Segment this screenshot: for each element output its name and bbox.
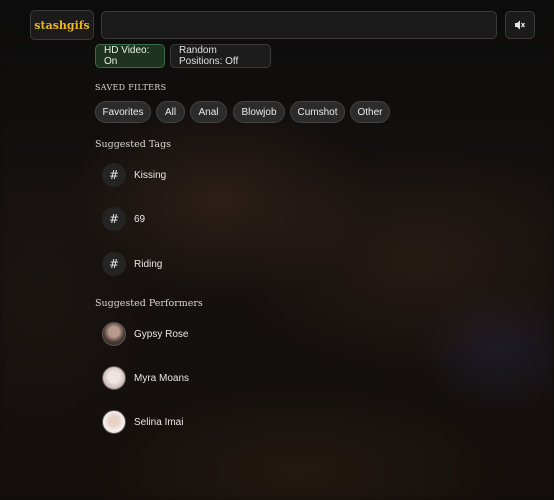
hash-icon: # (102, 252, 126, 276)
filter-chip-blowjob[interactable]: Blowjob (233, 101, 285, 123)
performer-item-selina-imai[interactable]: Selina Imai (102, 410, 183, 434)
filter-chip-favorites[interactable]: Favorites (95, 101, 151, 123)
suggested-tags-heading: Suggested Tags (95, 139, 172, 150)
performer-item-myra-moans[interactable]: Myra Moans (102, 366, 189, 390)
performer-label: Myra Moans (134, 372, 190, 384)
blurred-background (0, 0, 554, 500)
performer-avatar (102, 322, 126, 346)
hash-icon: # (102, 207, 126, 231)
tag-label: 69 (134, 213, 146, 225)
tag-label: Kissing (134, 169, 167, 181)
search-input[interactable] (101, 11, 497, 39)
performer-label: Selina Imai (134, 416, 184, 428)
tag-item-riding[interactable]: # Riding (102, 252, 162, 276)
saved-filters-heading: SAVED FILTERS (95, 83, 167, 92)
random-positions-toggle[interactable]: Random Positions: Off (170, 44, 271, 68)
hash-icon: # (102, 163, 126, 187)
logo-button[interactable]: stashgifs (30, 10, 94, 40)
hd-video-toggle[interactable]: HD Video: On (95, 44, 165, 68)
tag-label: Riding (134, 258, 163, 270)
filter-chip-other[interactable]: Other (350, 101, 390, 123)
tag-item-kissing[interactable]: # Kissing (102, 163, 166, 187)
suggested-performers-heading: Suggested Performers (95, 298, 203, 309)
tag-item-69[interactable]: # 69 (102, 207, 145, 231)
performer-item-gypsy-rose[interactable]: Gypsy Rose (102, 322, 188, 346)
performer-avatar (102, 410, 126, 434)
performer-label: Gypsy Rose (134, 328, 189, 340)
speaker-muted-icon (515, 20, 525, 30)
filter-chip-cumshot[interactable]: Cumshot (290, 101, 345, 123)
performer-avatar (102, 366, 126, 390)
mute-button[interactable] (505, 11, 535, 39)
filter-chip-anal[interactable]: Anal (190, 101, 227, 123)
filter-chip-all[interactable]: All (156, 101, 185, 123)
